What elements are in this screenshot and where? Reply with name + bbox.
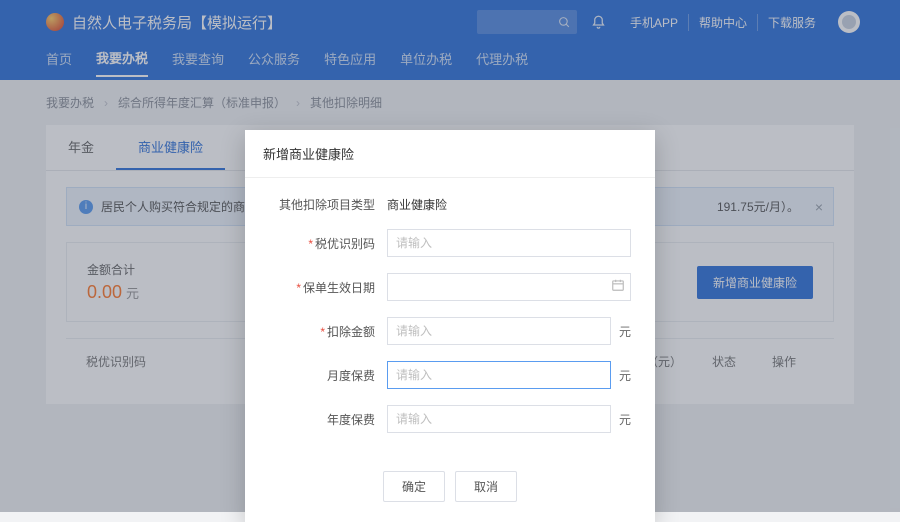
- input-deduction[interactable]: [387, 317, 611, 345]
- input-monthly[interactable]: [387, 361, 611, 389]
- label-type: 其他扣除项目类型: [269, 196, 387, 213]
- ok-button[interactable]: 确定: [383, 471, 445, 502]
- input-tax-code[interactable]: [387, 229, 631, 257]
- label-deduction: 扣除金额: [327, 325, 375, 339]
- label-monthly: 月度保费: [327, 369, 375, 383]
- modal-title: 新增商业健康险: [245, 130, 655, 178]
- add-health-ins-modal: 新增商业健康险 其他扣除项目类型 商业健康险 *税优识别码 *保单生效日期 *扣…: [245, 130, 655, 522]
- label-yearly: 年度保费: [327, 413, 375, 427]
- unit-yuan-3: 元: [619, 411, 631, 428]
- label-tax-code: 税优识别码: [315, 237, 375, 251]
- unit-yuan-1: 元: [619, 323, 631, 340]
- value-type: 商业健康险: [387, 196, 631, 213]
- input-yearly[interactable]: [387, 405, 611, 433]
- unit-yuan-2: 元: [619, 367, 631, 384]
- input-effective-date[interactable]: [387, 273, 631, 301]
- modal-overlay: 新增商业健康险 其他扣除项目类型 商业健康险 *税优识别码 *保单生效日期 *扣…: [0, 0, 900, 512]
- cancel-button[interactable]: 取消: [455, 471, 517, 502]
- label-effective-date: 保单生效日期: [303, 281, 375, 295]
- calendar-icon: [611, 278, 625, 292]
